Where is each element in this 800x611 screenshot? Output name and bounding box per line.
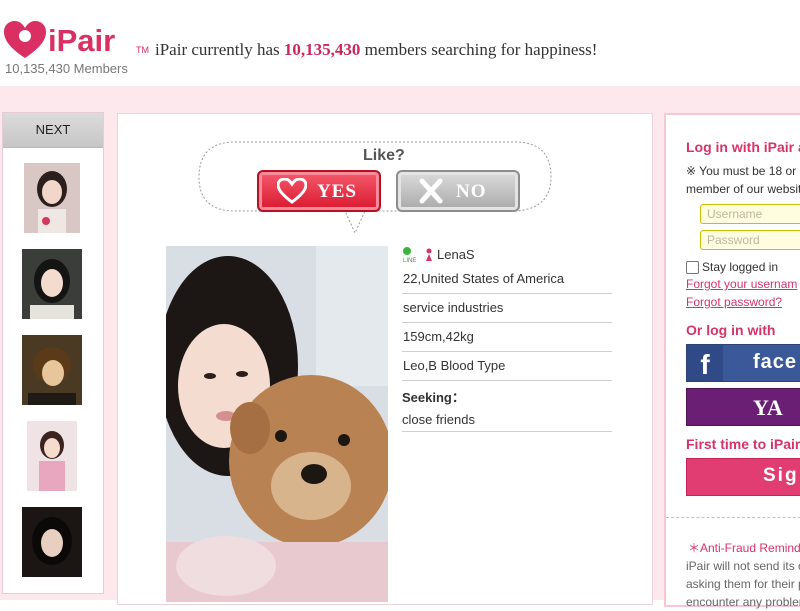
anti-fraud-title: ＊Anti-Fraud Reminde: [688, 541, 800, 555]
female-icon: [425, 248, 433, 262]
anti-fraud-line3: encounter any probler: [686, 595, 800, 609]
anti-fraud-line2: asking them for their p: [686, 577, 800, 591]
first-time-heading: First time to iPair: [686, 436, 800, 452]
panel-divider: [666, 517, 800, 518]
stay-logged-in-checkbox[interactable]: [686, 260, 699, 274]
age-notice-line2: member of our websit: [686, 182, 800, 196]
profile-thumbnail[interactable]: [27, 421, 77, 491]
facebook-login-button[interactable]: f face: [686, 344, 800, 382]
ipair-logo[interactable]: iPair TM: [4, 18, 152, 62]
like-question: Like?: [363, 147, 405, 164]
login-title: Log in with iPair a: [686, 139, 800, 155]
svg-text:TM: TM: [136, 45, 149, 55]
stay-logged-in-label: Stay logged in: [702, 260, 779, 274]
next-button[interactable]: NEXT: [3, 113, 103, 148]
yes-label: YES: [317, 181, 357, 202]
next-profiles-column: NEXT: [2, 112, 104, 594]
profile-thumbnail[interactable]: [22, 249, 82, 319]
profile-thumbnail[interactable]: [24, 163, 80, 233]
profile-age-location: 22,United States of America: [402, 265, 612, 294]
svg-text:LINE: LINE: [403, 258, 416, 263]
profile-height-weight: 159cm,42kg: [402, 323, 612, 352]
sign-up-label: Sig: [763, 465, 799, 486]
facebook-icon: f: [687, 345, 723, 381]
yes-button[interactable]: YES: [257, 170, 381, 212]
facebook-label: face: [753, 351, 798, 373]
anti-fraud-text: iPair will not send its c asking them fo…: [686, 557, 800, 611]
seeking-value: close friends: [402, 409, 612, 432]
profile-name-row: LINE LenaS: [402, 245, 612, 265]
username-input[interactable]: Username: [700, 204, 800, 224]
forgot-password-link[interactable]: Forgot password?: [686, 295, 782, 309]
yahoo-login-button[interactable]: YA: [686, 388, 800, 426]
profile-card: Like? YES NO LINE LenaS 22,United States…: [117, 113, 653, 605]
profile-sign-blood: Leo,B Blood Type: [402, 352, 612, 381]
profile-photo[interactable]: [166, 246, 388, 602]
age-notice-line1: ※ You must be 18 or: [686, 164, 797, 178]
tagline-suffix: members searching for happiness!: [364, 40, 598, 59]
yahoo-label: YA: [753, 395, 783, 420]
online-status-icon: LINE: [403, 247, 421, 264]
no-button[interactable]: NO: [396, 170, 520, 212]
forgot-username-link[interactable]: Forgot your usernam: [686, 277, 797, 291]
profile-details: LINE LenaS 22,United States of America s…: [402, 245, 612, 432]
seeking-label: Seeking：: [402, 390, 465, 405]
tagline-prefix: iPair currently has: [155, 40, 280, 59]
heart-icon: [276, 177, 308, 204]
site-header: iPair TM iPair currently has 10,135,430 …: [0, 0, 800, 86]
stay-logged-in[interactable]: Stay logged in: [686, 260, 778, 274]
no-label: NO: [456, 181, 487, 202]
tagline-count: 10,135,430: [283, 40, 361, 59]
sign-up-button[interactable]: Sig: [686, 458, 800, 496]
profile-occupation: service industries: [402, 294, 612, 323]
profile-thumbnail[interactable]: [22, 507, 82, 577]
login-panel: Log in with iPair a ※ You must be 18 or …: [664, 113, 800, 609]
anti-fraud-line1: iPair will not send its c: [686, 559, 800, 573]
profile-thumbnail[interactable]: [22, 335, 82, 405]
profile-name[interactable]: LenaS: [437, 245, 475, 265]
age-notice: ※ You must be 18 or member of our websit: [686, 162, 800, 198]
close-icon: [416, 178, 446, 204]
members-count: 10,135,430 Members: [5, 61, 128, 76]
password-input[interactable]: Password: [700, 230, 800, 250]
or-login-with-heading: Or log in with: [686, 322, 776, 338]
member-count-tagline: iPair currently has 10,135,430 members s…: [155, 40, 597, 60]
svg-text:iPair: iPair: [48, 23, 115, 58]
